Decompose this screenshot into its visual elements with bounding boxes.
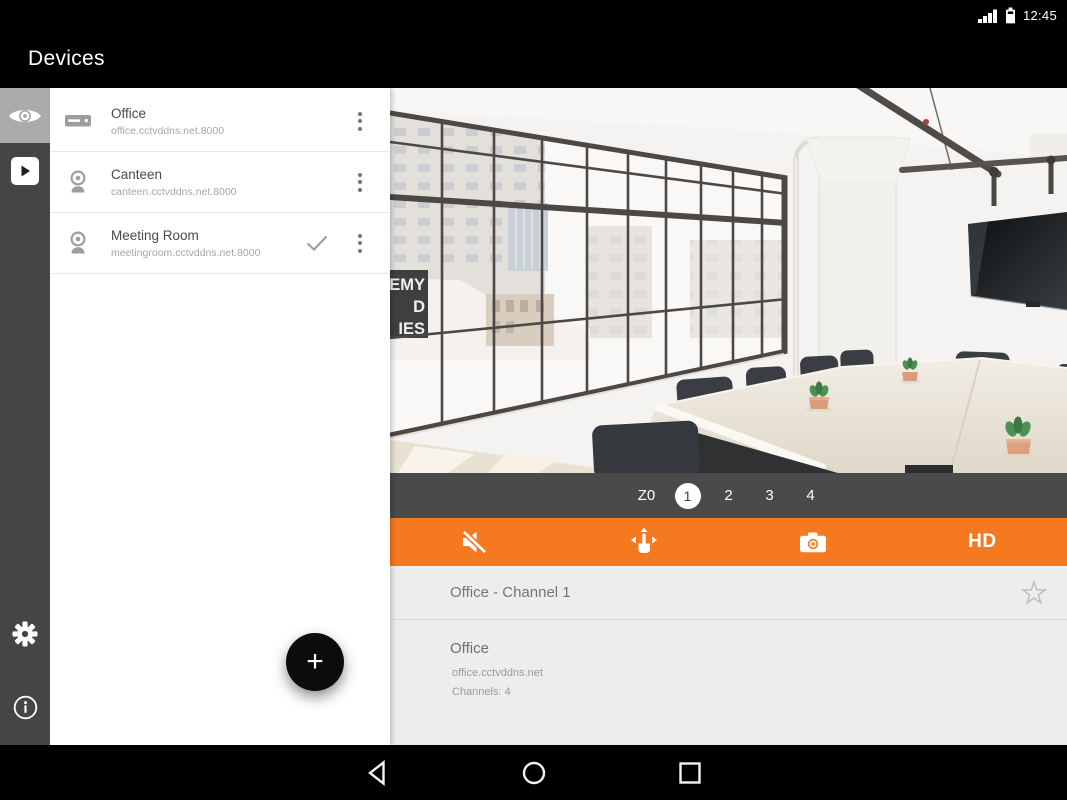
device-menu-button[interactable] [348, 106, 372, 136]
player-toolbar: HD [390, 518, 1067, 566]
hd-quality-button[interactable]: HD [898, 518, 1067, 566]
playback-icon [11, 157, 39, 185]
sidebar [0, 88, 50, 745]
stream-title: Office - Channel 1 [450, 584, 1021, 601]
sign-line-1: EMY [390, 276, 425, 294]
channel-4-button[interactable]: 4 [798, 483, 824, 509]
back-icon [365, 760, 391, 786]
recents-button[interactable] [677, 760, 703, 786]
home-button[interactable] [521, 760, 547, 786]
device-name: Meeting Room [111, 228, 306, 243]
device-row-office[interactable]: Office office.cctvddns.net.8000 [50, 91, 390, 152]
device-info-name: Office [450, 640, 1067, 657]
device-info-address: office.cctvddns.net [450, 667, 1067, 679]
channel-2-button[interactable]: 2 [716, 483, 742, 509]
selected-check-icon [306, 235, 330, 251]
info-panel: Office - Channel 1 Office office.cctvddn… [390, 566, 1067, 745]
app-bar: Devices [0, 30, 1067, 88]
device-info-channels: Channels: 4 [450, 686, 1067, 698]
ptz-icon [629, 527, 659, 557]
favorite-star-icon[interactable] [1021, 580, 1047, 605]
clock: 12:45 [1023, 8, 1057, 23]
mute-icon [461, 529, 488, 555]
camera-video-frame[interactable]: EMY D IES [390, 88, 1067, 473]
signal-icon [978, 7, 998, 23]
page-title: Devices [28, 47, 105, 71]
video-scene: EMY D IES [390, 88, 1067, 473]
device-address: meetingroom.cctvddns.net.8000 [111, 247, 306, 259]
device-row-canteen[interactable]: Canteen canteen.cctvddns.net.8000 [50, 152, 390, 213]
channel-3-button[interactable]: 3 [757, 483, 783, 509]
channel-1-button[interactable]: 1 [675, 483, 701, 509]
device-name: Office [111, 106, 348, 121]
mute-button[interactable] [390, 518, 559, 566]
snapshot-icon [799, 532, 827, 553]
settings-button[interactable] [0, 621, 50, 647]
add-device-button[interactable]: + [286, 633, 344, 691]
channel-selector: Z0 1 2 3 4 [390, 473, 1067, 518]
back-button[interactable] [365, 760, 391, 786]
device-address: canteen.cctvddns.net.8000 [111, 186, 348, 198]
device-address: office.cctvddns.net.8000 [111, 125, 348, 137]
eye-icon [7, 104, 43, 128]
sidebar-tab-playback[interactable] [0, 143, 50, 198]
home-icon [521, 760, 547, 786]
status-bar: 12:45 [0, 0, 1067, 30]
battery-icon [1005, 7, 1016, 24]
dvr-icon [64, 114, 92, 128]
recents-icon [677, 760, 703, 786]
info-button[interactable] [0, 695, 50, 720]
sign-line-2: D [413, 298, 425, 316]
snapshot-button[interactable] [729, 518, 898, 566]
android-nav-bar [0, 745, 1067, 800]
webcam-icon [67, 170, 89, 195]
player-area: EMY D IES [390, 88, 1067, 745]
device-info: Office office.cctvddns.net Channels: 4 [390, 620, 1067, 698]
device-list: Office office.cctvddns.net.8000 Canteen … [50, 88, 390, 745]
gear-icon [12, 621, 38, 647]
webcam-icon [67, 231, 89, 256]
app-screen: 12:45 Devices [0, 0, 1067, 800]
device-menu-button[interactable] [348, 228, 372, 258]
info-icon [13, 695, 38, 720]
stream-row: Office - Channel 1 [390, 566, 1067, 620]
device-row-meeting-room[interactable]: Meeting Room meetingroom.cctvddns.net.80… [50, 213, 390, 274]
device-menu-button[interactable] [348, 167, 372, 197]
ptz-button[interactable] [559, 518, 728, 566]
channel-zoom-button[interactable]: Z0 [634, 483, 660, 509]
sidebar-tab-live-view[interactable] [0, 88, 50, 143]
device-name: Canteen [111, 167, 348, 182]
